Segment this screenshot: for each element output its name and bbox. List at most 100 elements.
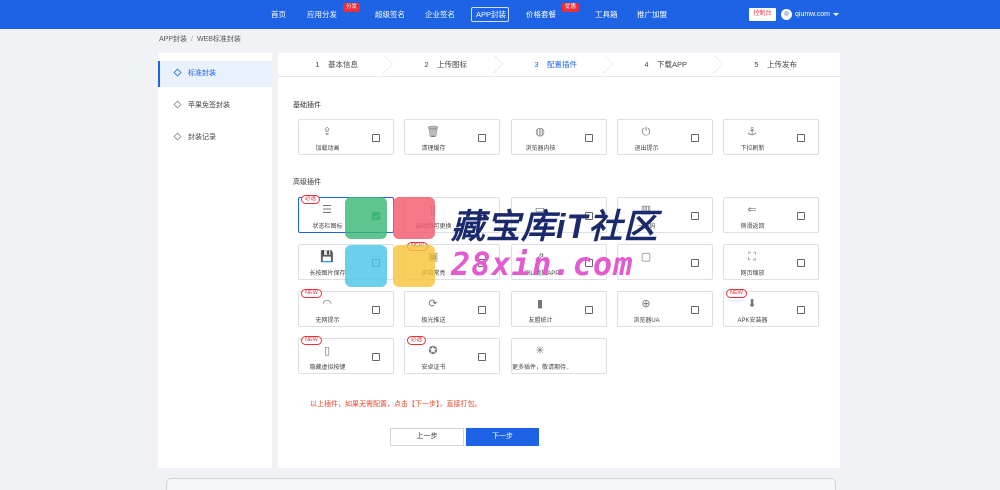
save-icon: 💾 [320, 251, 334, 263]
plugin-card[interactable]: ⏻ 退出提示 [617, 119, 713, 155]
cube-icon [173, 100, 182, 109]
plugin-checkbox[interactable] [372, 259, 380, 267]
plugin-checkbox[interactable] [478, 134, 486, 142]
plugin-card[interactable]: ▮ 友盟统计 [511, 291, 607, 327]
step-config-plugins: 3 配置插件 [532, 53, 577, 77]
plugin-checkbox[interactable] [372, 134, 380, 142]
window-icon: ▢ [640, 251, 652, 263]
breadcrumb-current: WEB标准封装 [196, 36, 241, 43]
sidebar-item-apple-free-wrap[interactable]: 苹果免签封装 [158, 93, 272, 119]
plugin-card[interactable]: ▢ [617, 244, 713, 280]
plugin-card[interactable]: ▯ 隐藏虚拟按键 NEW [298, 336, 394, 374]
plugin-checkbox[interactable] [691, 212, 699, 220]
plugin-card[interactable]: ▥ 一维码 [617, 197, 713, 233]
plugin-checkbox[interactable] [585, 259, 593, 267]
step-label: 下载APP [657, 60, 688, 69]
plugin-checkbox[interactable] [691, 259, 699, 267]
plugin-card[interactable]: ⇗ URL 跳转APP [511, 244, 607, 280]
next-button[interactable]: 下一步 [466, 428, 539, 446]
statusbar-icon: ☰ [322, 204, 332, 216]
plugin-card[interactable]: ▭ [511, 197, 607, 233]
plugin-card[interactable]: ◍ 浏览器内核 [511, 119, 607, 155]
plugin-card[interactable]: ⇐ 侧滑返回 [723, 197, 819, 233]
plugin-label: 屏幕常亮 [421, 271, 446, 277]
stepper: 1 基本信息 2 上传图标 3 配置插件 4 下载APP 5 上传发布 [278, 53, 840, 77]
plugin-checkbox[interactable] [478, 259, 486, 267]
plugin-card[interactable]: 🗑 清理缓存 [404, 119, 500, 155]
nav-affiliate[interactable]: 推广加盟 [637, 0, 667, 29]
sidebar-item-wrap-records[interactable]: 封装记录 [158, 125, 272, 151]
plugin-card[interactable]: ⇪ 加载动画 [298, 119, 394, 155]
globe-icon: ⊕ [641, 298, 651, 310]
step-number: 4 [644, 60, 649, 69]
plugin-tag-badge: NEW [407, 242, 428, 251]
plugin-card[interactable]: ☰ 状态栏图标 必选 [298, 195, 394, 233]
plugin-checkbox[interactable] [372, 306, 380, 314]
nav-super-sign[interactable]: 超级签名 [375, 0, 405, 29]
plugin-checkbox[interactable] [372, 212, 380, 220]
plugin-card[interactable]: ✳ 更多插件，敬请期待… [511, 338, 607, 374]
plugin-label: 安卓证书 [421, 365, 446, 371]
loading-icon: ✳ [535, 345, 545, 357]
plugin-checkbox[interactable] [372, 353, 380, 361]
plugin-label: 启动页可更换 [415, 224, 452, 230]
plugin-tag-badge: 必选 [301, 195, 321, 204]
plugin-card[interactable]: ▯ 启动页可更换 [404, 197, 500, 233]
plugin-checkbox[interactable] [585, 212, 593, 220]
step-label: 基本信息 [328, 60, 358, 69]
plugin-label: 无网提示 [315, 318, 340, 324]
plugin-label: 下拉刷新 [740, 146, 765, 152]
nav-enterprise-sign[interactable]: 企业签名 [425, 0, 455, 29]
plugin-label: 浏览器UA [633, 318, 660, 324]
plugin-checkbox[interactable] [585, 306, 593, 314]
swipe-back-icon: ⇐ [747, 204, 757, 216]
cert-icon: ✪ [428, 345, 438, 357]
plugin-checkbox[interactable] [797, 134, 805, 142]
plugin-card[interactable]: ▣ 屏幕常亮 NEW [404, 242, 500, 280]
console-button[interactable]: 控制台 [749, 8, 776, 21]
plugin-label: 隐藏虚拟按键 [309, 365, 346, 371]
plugin-checkbox[interactable] [585, 134, 593, 142]
nav-home[interactable]: 首页 [271, 0, 286, 29]
nav-app-wrap[interactable]: APP封装 [476, 0, 506, 29]
plugin-card[interactable]: ◠ 无网提示 NEW [298, 289, 394, 327]
plugin-label: 友盟统计 [528, 318, 553, 324]
breadcrumb-root[interactable]: APP封装 [159, 36, 187, 43]
plugin-checkbox[interactable] [478, 306, 486, 314]
step-download-app: 4 下载APP [642, 53, 687, 77]
prev-button[interactable]: 上一步 [390, 428, 464, 446]
push-icon: ⟳ [428, 298, 438, 310]
plugin-tag-badge: NEW [726, 289, 747, 298]
plugin-card[interactable]: ⚓ 下拉刷新 [723, 119, 819, 155]
sidebar-item-label: 标准封装 [188, 70, 216, 77]
user-avatar[interactable] [781, 9, 792, 20]
plugin-checkbox[interactable] [797, 306, 805, 314]
step-upload-icon: 2 上传图标 [422, 53, 467, 77]
plugin-card[interactable]: ⟳ 极光推送 [404, 291, 500, 327]
sidebar-item-label: 封装记录 [188, 134, 216, 141]
plugin-checkbox[interactable] [478, 353, 486, 361]
plugin-label: 状态栏图标 [312, 224, 343, 230]
plugin-checkbox[interactable] [478, 212, 486, 220]
plugin-checkbox[interactable] [797, 259, 805, 267]
plugin-label: 侧滑返回 [740, 224, 765, 230]
plugin-checkbox[interactable] [797, 212, 805, 220]
username[interactable]: qiumw.com [795, 0, 830, 29]
plugin-card[interactable]: ⊕ 浏览器UA [617, 291, 713, 327]
nav-pricing[interactable]: 价格套餐 [526, 0, 556, 29]
step-label: 配置插件 [547, 60, 577, 69]
nav-app-distribution[interactable]: 应用分发 [307, 0, 337, 29]
plugin-checkbox[interactable] [691, 134, 699, 142]
plugin-card[interactable]: ⛶ 网页缩放 [723, 244, 819, 280]
step-chevron-icon [374, 55, 394, 75]
plugin-card[interactable]: ⬇ APK安装器 NEW [723, 289, 819, 327]
sidebar-item-standard-wrap[interactable]: 标准封装 [158, 61, 272, 87]
plugin-checkbox[interactable] [691, 306, 699, 314]
plugin-card[interactable]: ✪ 安卓证书 必选 [404, 336, 500, 374]
chevron-down-icon[interactable] [833, 13, 839, 16]
nav-toolbox[interactable]: 工具箱 [595, 0, 618, 29]
step-number: 1 [315, 60, 320, 69]
trash-icon: 🗑 [426, 126, 440, 138]
plugin-card[interactable]: 💾 长按图片保存 [298, 244, 394, 280]
plugin-label: 退出提示 [634, 146, 659, 152]
